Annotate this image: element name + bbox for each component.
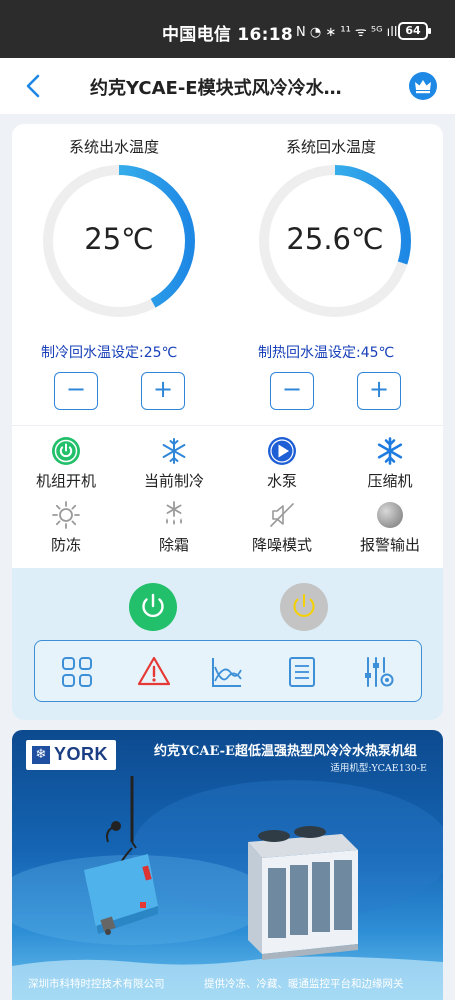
banner-title: 约克YCAE-E超低温强热型风冷冷水热泵机组 (154, 744, 417, 759)
return-temp-title: 系统回水温度 (286, 138, 377, 156)
power-off-button[interactable] (279, 582, 329, 632)
status-label: 防冻 (50, 536, 81, 554)
status-label: 降噪模式 (251, 536, 312, 554)
status-icons: N ◔ ∗ ¹¹ ᯤ ⁵ᴳ ıll (296, 25, 398, 40)
defrost-icon (166, 501, 182, 525)
status-label: 报警输出 (359, 536, 420, 554)
return-temp-gauge: 25.6℃ (256, 162, 414, 320)
cooling-plus-button[interactable]: + (141, 372, 185, 410)
nav-bar: 约克YCAE-E模块式风冷冷水… (0, 58, 455, 114)
mute-speaker-icon (270, 503, 294, 527)
settings-sliders-icon[interactable] (361, 655, 395, 689)
power-on-button[interactable] (128, 582, 178, 632)
unit-status-card: 系统出水温度 25℃ 制冷回水温设定:25℃ − + 系统回水温度 25.6℃ … (12, 124, 443, 720)
status-bar: 中国电信 16:18 N ◔ ∗ ¹¹ ᯤ ⁵ᴳ ıll 64 (0, 0, 455, 58)
chiller-unit-image (248, 826, 358, 960)
heating-setpoint-label: 制热回水温设定:45℃ (258, 345, 395, 361)
cooling-setpoint-label: 制冷回水温设定:25℃ (41, 345, 178, 361)
divider (12, 425, 443, 426)
page-title: 约克YCAE-E模块式风冷冷水… (90, 78, 342, 99)
status-pump: 水泵 (234, 436, 330, 491)
status-cooling: 当前制冷 (126, 436, 222, 491)
outlet-temp-value: 25℃ (84, 222, 154, 256)
status-antifreeze: 防冻 (18, 500, 114, 555)
compressor-snowflake-icon (377, 437, 403, 465)
carrier-time: 中国电信 16:18 (162, 25, 294, 45)
status-label: 当前制冷 (143, 472, 204, 490)
banner-company: 深圳市科特时控技术有限公司 (28, 978, 165, 990)
banner-model: 适用机型:YCAE130-E (330, 763, 427, 774)
status-label: 水泵 (266, 472, 297, 490)
status-noise-reduction: 降噪模式 (234, 500, 330, 555)
york-logo: ❄ YORK (26, 740, 116, 770)
return-temp-value: 25.6℃ (286, 222, 384, 256)
status-unit-on: 机组开机 (18, 436, 114, 491)
status-alarm-output: 报警输出 (342, 500, 438, 555)
product-banner[interactable]: ❄ YORK 约克YCAE-E超低温强热型风冷冷水热泵机组 适用机型:YCAE1… (12, 730, 443, 1000)
status-compressor: 压缩机 (342, 436, 438, 491)
snowflake-icon (162, 438, 186, 464)
banner-service: 提供冷冻、冷藏、暖通监控平台和边缘网关 (204, 978, 404, 990)
heating-minus-button[interactable]: − (270, 372, 314, 410)
outlet-temp-gauge: 25℃ (40, 162, 198, 320)
status-label: 压缩机 (367, 472, 413, 490)
function-toolbar (34, 640, 422, 702)
chart-icon[interactable] (210, 655, 244, 689)
heating-plus-button[interactable]: + (357, 372, 401, 410)
pump-play-icon (268, 437, 296, 465)
warning-icon[interactable] (137, 655, 171, 689)
cooling-minus-button[interactable]: − (54, 372, 98, 410)
status-label: 除霜 (158, 536, 189, 554)
power-on-green-icon (52, 437, 80, 465)
grid-icon[interactable] (60, 655, 94, 689)
list-icon[interactable] (285, 655, 319, 689)
crown-icon[interactable] (409, 72, 437, 100)
status-label: 机组开机 (35, 472, 96, 490)
battery-icon: 64 (398, 22, 431, 40)
status-defrost: 除霜 (126, 500, 222, 555)
alarm-indicator-icon (377, 502, 403, 528)
sun-frost-icon (52, 501, 80, 529)
back-arrow-icon[interactable] (22, 72, 46, 100)
outlet-temp-title: 系统出水温度 (69, 138, 160, 156)
